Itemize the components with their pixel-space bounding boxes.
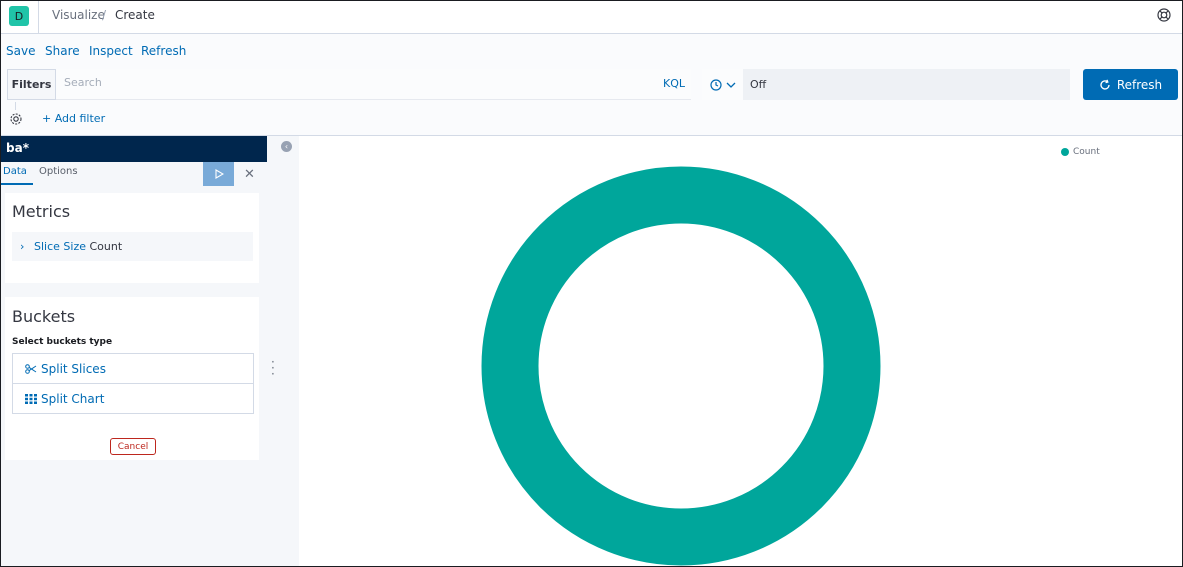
- chart-legend[interactable]: Count: [1061, 147, 1100, 157]
- metric-item-link[interactable]: Slice Size: [34, 240, 86, 253]
- split-slices-button[interactable]: Split Slices: [12, 353, 254, 384]
- help-icon[interactable]: [1157, 8, 1171, 22]
- breadcrumb-visualize[interactable]: Visualize: [52, 8, 105, 22]
- refresh-button-label: Refresh: [1116, 77, 1163, 92]
- save-link[interactable]: Save: [6, 44, 35, 58]
- search-input[interactable]: [64, 76, 624, 89]
- metric-item-value: Count: [89, 240, 123, 253]
- legend-label: Count: [1073, 147, 1100, 157]
- split-chart-label: Split Chart: [41, 391, 105, 406]
- gear-icon[interactable]: [9, 112, 23, 126]
- play-icon: [214, 169, 224, 179]
- inspect-link[interactable]: Inspect: [89, 44, 133, 58]
- scissors-icon: [25, 363, 37, 374]
- legend-swatch: [1061, 148, 1069, 156]
- breadcrumb-separator: /: [102, 8, 107, 22]
- drag-handle-icon[interactable]: · · ·: [271, 356, 275, 380]
- chevron-right-icon[interactable]: ›: [20, 240, 24, 253]
- index-pattern-title: ba*: [1, 136, 267, 162]
- app-header: [1, 1, 1182, 34]
- quick-time-picker[interactable]: [702, 69, 743, 100]
- filter-divider: [15, 102, 16, 110]
- split-chart-button[interactable]: Split Chart: [12, 383, 254, 414]
- split-slices-label: Split Slices: [41, 361, 106, 376]
- grid-icon: [25, 393, 37, 404]
- collapse-sidebar-icon[interactable]: ‹: [281, 141, 292, 152]
- buckets-subtitle: Select buckets type: [12, 337, 113, 347]
- buckets-title: Buckets: [12, 307, 76, 326]
- metric-item-label[interactable]: Slice Size Count: [34, 240, 122, 253]
- tab-options[interactable]: Options: [39, 166, 78, 177]
- visualization-area: [299, 136, 1182, 566]
- sidebar-resize-strip: [267, 136, 299, 566]
- chevron-down-icon: [726, 82, 735, 88]
- share-link[interactable]: Share: [45, 44, 80, 58]
- filters-button[interactable]: Filters: [7, 69, 56, 100]
- breadcrumb-create: Create: [115, 8, 155, 22]
- space-avatar[interactable]: D: [9, 6, 29, 26]
- active-tab-indicator: [1, 183, 33, 185]
- time-range-field[interactable]: Off: [743, 69, 1070, 100]
- apply-changes-button[interactable]: [203, 162, 234, 186]
- close-icon[interactable]: ✕: [244, 167, 255, 182]
- pie-slice-count[interactable]: [481, 166, 881, 566]
- header-divider: [38, 1, 39, 34]
- cancel-button[interactable]: Cancel: [110, 438, 156, 455]
- pie-chart: [481, 166, 881, 566]
- refresh-button[interactable]: Refresh: [1083, 69, 1178, 100]
- refresh-icon: [1100, 79, 1110, 90]
- clock-icon: [709, 78, 722, 91]
- kql-toggle[interactable]: KQL: [663, 77, 685, 90]
- tab-data[interactable]: Data: [3, 166, 27, 177]
- add-filter-button[interactable]: + Add filter: [42, 112, 105, 125]
- refresh-link[interactable]: Refresh: [141, 44, 186, 58]
- query-bar: [56, 69, 691, 100]
- metrics-title: Metrics: [12, 202, 71, 221]
